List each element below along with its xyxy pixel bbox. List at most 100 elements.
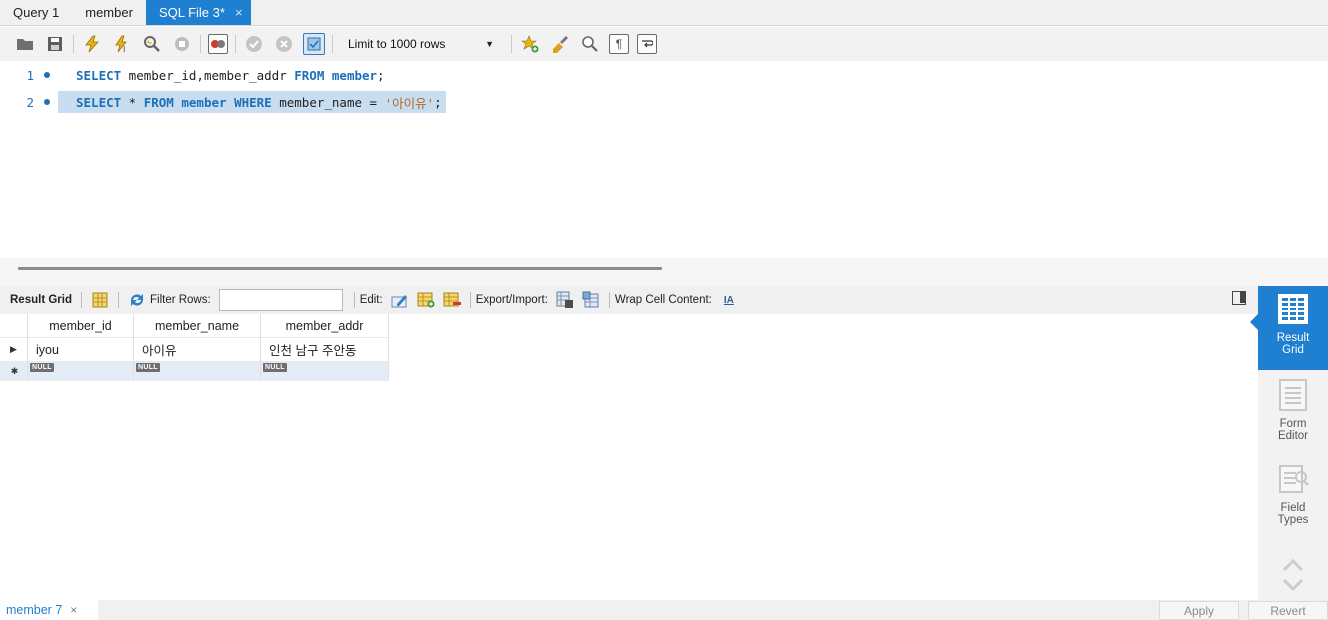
table-row[interactable]: ▶ iyou 아이유 인천 남구 주안동 <box>0 338 389 362</box>
panel-splitter[interactable] <box>0 258 1328 286</box>
horizontal-scrollbar[interactable] <box>18 267 662 270</box>
sql-string: '아이유' <box>384 95 435 111</box>
beautify-icon[interactable] <box>549 33 571 55</box>
code-line[interactable]: SELECT member_id,member_addr FROM member… <box>58 64 385 86</box>
current-row-icon: ▶ <box>0 338 28 362</box>
result-grid: member_id member_name member_addr ▶ iyou… <box>0 314 389 381</box>
sql-keyword: member <box>331 67 378 83</box>
sql-text: member_name = <box>271 94 385 110</box>
revert-button[interactable]: Revert <box>1248 601 1328 620</box>
commit-icon[interactable] <box>243 33 265 55</box>
sql-text: ; <box>377 67 385 83</box>
execute-icon[interactable] <box>81 33 103 55</box>
line-number: 2 <box>26 94 34 110</box>
grid-cell[interactable]: 인천 남구 주안동 <box>261 338 389 362</box>
close-icon[interactable]: × <box>70 603 77 617</box>
limit-rows-value: Limit to 1000 rows <box>348 37 446 51</box>
edit-label: Edit: <box>359 294 383 306</box>
tab-label: Query 1 <box>13 5 60 20</box>
grid-cell[interactable]: 아이유 <box>134 338 261 362</box>
grid-cell-null[interactable]: NULL <box>261 362 389 381</box>
sql-keyword: FROM <box>294 67 325 83</box>
wrap-cell-label: Wrap Cell Content: <box>614 294 712 306</box>
chevron-up-icon[interactable] <box>1282 554 1304 576</box>
apply-button[interactable]: Apply <box>1159 601 1239 620</box>
side-item-label: Form Editor <box>1277 418 1309 442</box>
result-grid-label: Result Grid <box>10 294 72 306</box>
result-tab-label: member 7 <box>6 603 63 617</box>
open-folder-icon[interactable] <box>14 33 36 55</box>
line-number: 1 <box>26 67 34 83</box>
limit-rows-select[interactable]: Limit to 1000 rows ▼ <box>342 33 502 55</box>
export-icon[interactable] <box>556 291 574 309</box>
statement-marker-icon <box>44 99 50 105</box>
sql-text: member_id,member_addr <box>121 67 295 83</box>
column-header[interactable]: member_name <box>134 314 261 338</box>
code-line-selected[interactable]: SELECT * FROM member WHERE member_name =… <box>58 91 446 113</box>
rollback-icon[interactable] <box>273 33 295 55</box>
tab-query-1[interactable]: Query 1 <box>0 0 72 25</box>
side-item-label: Result Grid <box>1276 332 1310 356</box>
toggle-error-icon[interactable] <box>208 34 228 54</box>
result-grid-icon <box>1276 292 1310 326</box>
column-grid-icon[interactable] <box>91 291 109 309</box>
export-import-label: Export/Import: <box>475 294 548 306</box>
side-item-form-editor[interactable]: Form Editor <box>1258 378 1328 458</box>
new-row-icon: ✱ <box>0 362 28 381</box>
autocommit-icon[interactable] <box>303 33 325 55</box>
filter-rows-input[interactable] <box>218 289 343 311</box>
close-icon[interactable]: × <box>235 5 243 20</box>
find-icon[interactable] <box>579 33 601 55</box>
invisible-chars-icon[interactable]: ¶ <box>609 34 629 54</box>
insert-row-icon[interactable] <box>417 291 435 309</box>
tab-member[interactable]: member <box>72 0 146 25</box>
side-item-field-types[interactable]: Field Types <box>1258 462 1328 542</box>
field-types-icon <box>1276 462 1310 496</box>
chevron-down-icon[interactable] <box>1282 574 1304 596</box>
result-tab-bar: member 7 × Apply Revert <box>0 600 1328 620</box>
sql-keyword: FROM <box>143 94 174 110</box>
row-indicator-header <box>0 314 28 338</box>
execute-current-icon[interactable]: I <box>111 33 133 55</box>
column-header[interactable]: member_addr <box>261 314 389 338</box>
explain-icon[interactable] <box>141 33 163 55</box>
line-gutter: 2 <box>0 95 58 110</box>
sql-toolbar: I Limit to 1000 rows ▼ ¶ <box>0 27 1328 61</box>
toolbar-separator <box>117 292 119 308</box>
wrap-cell-icon[interactable]: IA <box>720 291 738 309</box>
form-editor-icon <box>1276 378 1310 412</box>
result-side-panel: Result Grid Form Editor Field Types <box>1250 286 1328 600</box>
toolbar-separator <box>469 292 471 308</box>
edit-cell-icon[interactable] <box>391 291 409 309</box>
side-item-result-grid[interactable]: Result Grid <box>1250 286 1328 370</box>
add-snippet-icon[interactable] <box>519 33 541 55</box>
sql-keyword: member <box>181 94 227 110</box>
tab-label: member <box>85 5 133 20</box>
save-icon[interactable] <box>44 33 66 55</box>
toggle-side-panel-icon[interactable] <box>1232 291 1246 305</box>
grid-cell-null[interactable]: NULL <box>134 362 261 381</box>
editor-tab-bar: Query 1 member SQL File 3* × <box>0 0 1328 26</box>
grid-cell-null[interactable]: NULL <box>28 362 134 381</box>
sql-editor[interactable]: 1 SELECT member_id,member_addr FROM memb… <box>0 61 1328 258</box>
result-tab-member-7[interactable]: member 7 × <box>0 600 98 620</box>
stop-icon[interactable] <box>171 33 193 55</box>
null-badge: NULL <box>30 363 54 372</box>
column-header[interactable]: member_id <box>28 314 134 338</box>
delete-row-icon[interactable] <box>443 291 461 309</box>
line-gutter: 1 <box>0 68 58 83</box>
grid-cell[interactable]: iyou <box>28 338 134 362</box>
tab-sql-file-3[interactable]: SQL File 3* × <box>145 0 251 25</box>
toolbar-separator <box>73 35 74 53</box>
toolbar-separator <box>200 35 201 53</box>
import-icon[interactable] <box>582 291 600 309</box>
new-row[interactable]: ✱ NULL NULL NULL <box>0 362 389 381</box>
editor-line: 1 SELECT member_id,member_addr FROM memb… <box>0 62 385 88</box>
grid-header-row: member_id member_name member_addr <box>0 314 389 338</box>
refresh-icon[interactable] <box>128 291 146 309</box>
sql-keyword: SELECT <box>76 67 122 83</box>
sql-keyword: SELECT <box>76 94 122 110</box>
wrap-icon[interactable] <box>637 34 657 54</box>
